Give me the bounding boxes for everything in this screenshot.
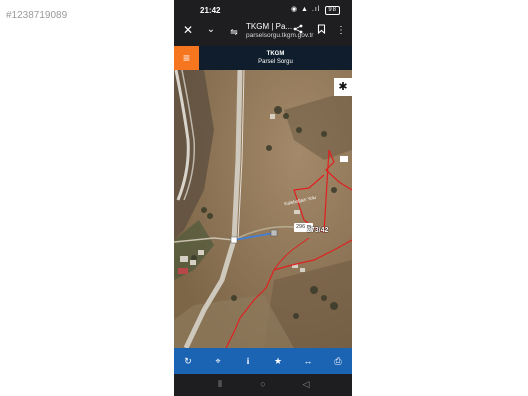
browser-toolbar: ✕ ⌄ ⇋ TKGM | Pa... parselsorgu.tkgm.gov.…	[174, 18, 352, 46]
watermark-text: #1238719089	[6, 10, 68, 21]
battery-icon: 98	[325, 6, 340, 15]
close-tab-icon[interactable]: ✕	[181, 23, 195, 37]
app-title: TKGM	[266, 51, 285, 57]
favorite-star-icon[interactable]: ★	[270, 354, 286, 368]
android-nav-bar: ⦀ ○ ◁	[174, 374, 352, 396]
recents-icon[interactable]: ⦀	[214, 379, 226, 390]
info-icon[interactable]: i	[240, 354, 256, 368]
measure-icon[interactable]: ↔	[300, 354, 316, 368]
chevron-down-icon[interactable]: ⌄	[204, 23, 218, 37]
refresh-icon[interactable]: ↻	[180, 354, 196, 368]
building-white-roof	[340, 156, 348, 162]
menu-button[interactable]: ≡	[174, 46, 199, 70]
building-red-roof	[178, 268, 188, 274]
status-icons: ◉ ▲ .ıl 98	[291, 5, 340, 15]
share-icon[interactable]	[291, 24, 305, 39]
map-settings-button[interactable]: ✱	[334, 78, 352, 96]
app-subtitle: Parsel Sorgu	[258, 59, 293, 65]
bookmark-icon[interactable]	[314, 24, 328, 39]
phone-screen: 21:42 ◉ ▲ .ıl 98 ✕ ⌄ ⇋ TKGM | Pa... pars…	[174, 0, 352, 396]
site-settings-icon[interactable]: ⇋	[227, 25, 241, 39]
measure-start-marker	[230, 236, 238, 244]
app-header: ≡ TKGM Parsel Sorgu	[174, 46, 352, 70]
parcel-number-label[interactable]: 273/42	[307, 227, 328, 234]
measure-end-marker	[270, 229, 278, 237]
more-options-icon[interactable]: ⋮	[334, 24, 348, 38]
map-toolbar: ↻ ⌖ i ★ ↔ ⎙	[174, 348, 352, 374]
signal-icons: ◉ ▲ .ıl	[290, 6, 321, 13]
page-title: TKGM | Pa...	[246, 22, 293, 31]
status-time: 21:42	[200, 6, 221, 15]
home-icon[interactable]: ○	[257, 379, 269, 389]
map-imagery	[174, 70, 352, 348]
share-icon-svg	[293, 24, 303, 34]
bookmark-icon-svg	[317, 24, 325, 35]
back-icon[interactable]: ◁	[300, 379, 312, 390]
locate-icon[interactable]: ⌖	[210, 354, 226, 368]
status-bar: 21:42 ◉ ▲ .ıl 98	[174, 0, 352, 18]
print-icon[interactable]: ⎙	[330, 354, 346, 368]
satellite-map[interactable]: ✱ Kaleboğazı Yolu 296 m 273/42	[174, 70, 352, 348]
